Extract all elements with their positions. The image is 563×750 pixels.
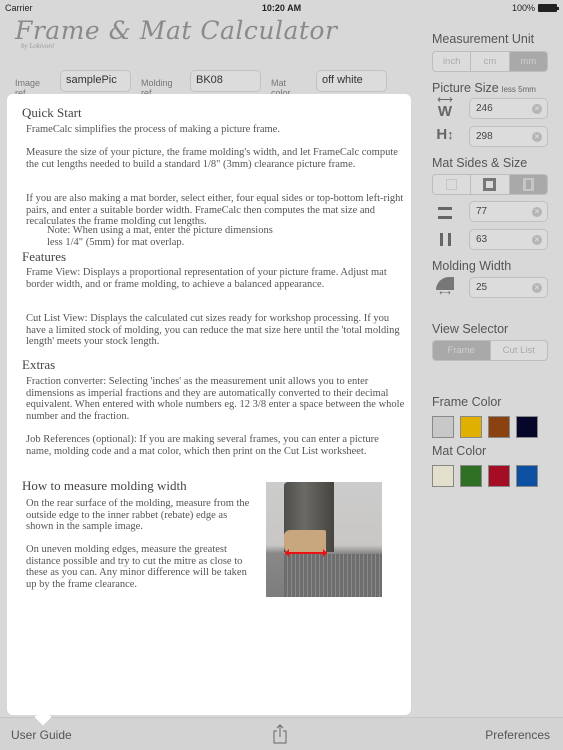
app-title: Frame & Mat Calculator — [15, 16, 338, 45]
status-bar: Carrier 10:20 AM 100% — [0, 0, 563, 16]
width-letter: W — [437, 103, 453, 120]
note-paragraph: Note: When using a mat, enter the pictur… — [47, 225, 273, 248]
frame-color-swatch[interactable] — [488, 416, 510, 438]
user-guide-panel[interactable]: Quick Start FrameCalc simplifies the pro… — [7, 94, 411, 715]
measure-arrow — [285, 549, 327, 557]
width-icon: ⟷ W — [432, 95, 458, 120]
mat-four-equal-option[interactable] — [471, 175, 510, 194]
mat-none-option[interactable] — [433, 175, 472, 194]
molding-width-input[interactable]: 25 × — [469, 277, 548, 298]
frame-color-swatch[interactable] — [516, 416, 538, 438]
mat-left-right-input[interactable]: 63 × — [469, 229, 548, 250]
ruler — [284, 554, 382, 597]
user-guide-button[interactable]: User Guide — [11, 728, 72, 742]
mat-color-swatch[interactable] — [432, 465, 454, 487]
picture-size-heading: Picture Size less 5mm — [432, 81, 536, 95]
battery-percent: 100% — [511, 3, 535, 13]
molding-ref-input[interactable]: BK08 — [190, 70, 261, 92]
measurement-unit-selector: inch cm mm — [432, 51, 548, 72]
left-right-icon — [432, 233, 458, 247]
frame-color-swatch[interactable] — [460, 416, 482, 438]
picture-size-note: less 5mm — [501, 85, 536, 94]
clear-icon[interactable]: × — [532, 132, 542, 142]
paragraph: Fraction converter: Selecting 'inches' a… — [26, 376, 405, 422]
bar-line — [438, 207, 452, 210]
molding-width-value: 25 — [476, 282, 488, 293]
bar-line — [439, 233, 443, 246]
paragraph: Frame View: Displays a proportional repr… — [26, 267, 387, 290]
preferences-button[interactable]: Preferences — [485, 728, 550, 742]
mat-color-heading: Mat Color — [432, 444, 487, 458]
paragraph: On uneven molding edges, measure the gre… — [26, 544, 247, 590]
mat-color-swatch[interactable] — [516, 465, 538, 487]
pairs-sides-icon — [522, 178, 534, 191]
no-mat-icon — [446, 179, 458, 190]
paragraph: If you are also making a mat border, sel… — [26, 193, 404, 227]
molding-width-icon: ⟷ — [432, 277, 458, 297]
frame-color-label: Frame Color — [432, 395, 502, 409]
molding-sample-image — [266, 482, 382, 597]
section-heading: Quick Start — [22, 105, 82, 120]
share-icon[interactable] — [273, 724, 287, 744]
unit-inch[interactable]: inch — [433, 52, 472, 71]
view-cut-list-option[interactable]: Cut List — [491, 341, 548, 360]
frame-color-swatch[interactable] — [432, 416, 454, 438]
section-heading: Extras — [22, 357, 56, 372]
view-selector: Frame Cut List — [432, 340, 548, 361]
bar-line — [447, 233, 451, 246]
app-byline: by Lokivoré — [21, 42, 55, 50]
section-heading: Features — [22, 249, 67, 264]
unit-cm[interactable]: cm — [471, 52, 510, 71]
battery-icon — [538, 4, 559, 12]
height-letter: H — [436, 126, 448, 143]
picture-height-input[interactable]: 298 × — [469, 126, 548, 147]
mat-color-swatch[interactable] — [488, 465, 510, 487]
paragraph: Cut List View: Displays the calculated c… — [26, 313, 400, 347]
height-icon: H↕ — [432, 126, 458, 143]
measurement-unit-label: Measurement Unit — [432, 32, 535, 46]
paragraph: Measure the size of your picture, the fr… — [26, 147, 398, 170]
top-bottom-icon — [432, 205, 458, 221]
picture-width-input[interactable]: 246 × — [469, 98, 548, 119]
mat-sides-label: Mat Sides & Size — [432, 156, 528, 170]
clear-icon[interactable]: × — [532, 283, 542, 293]
four-equal-sides-icon — [483, 178, 497, 191]
vertical-arrow-icon: ↕ — [447, 127, 454, 142]
mat-sides-selector — [432, 174, 548, 195]
horizontal-arrow-icon: ⟷ — [439, 288, 451, 297]
unit-mm[interactable]: mm — [509, 52, 547, 71]
clock: 10:20 AM — [261, 3, 302, 13]
paragraph: Job References (optional): If you are ma… — [26, 434, 379, 457]
section-heading: How to measure molding width — [22, 478, 187, 493]
molding-width-label: Molding Width — [432, 259, 512, 273]
bar-line — [438, 216, 452, 219]
battery-indicator: 100% — [511, 3, 559, 13]
mat-pairs-option[interactable] — [509, 175, 547, 194]
image-ref-input[interactable]: samplePic — [60, 70, 131, 92]
mat-color-swatch[interactable] — [460, 465, 482, 487]
mat-color-input[interactable]: off white — [316, 70, 387, 92]
mat-top-bottom-value: 77 — [476, 206, 488, 217]
clear-icon[interactable]: × — [532, 104, 542, 114]
view-selector-label: View Selector — [432, 322, 509, 336]
picture-height-value: 298 — [476, 131, 493, 142]
mat-top-bottom-input[interactable]: 77 × — [469, 201, 548, 222]
picture-width-value: 246 — [476, 103, 493, 114]
molding-wood-edge — [284, 530, 326, 554]
clear-icon[interactable]: × — [532, 207, 542, 217]
clear-icon[interactable]: × — [532, 235, 542, 245]
mat-left-right-value: 63 — [476, 234, 488, 245]
paragraph: FrameCalc simplifies the process of maki… — [26, 124, 280, 135]
picture-size-label: Picture Size — [432, 81, 499, 95]
view-frame-option[interactable]: Frame — [433, 341, 491, 360]
paragraph: On the rear surface of the molding, meas… — [26, 498, 250, 532]
